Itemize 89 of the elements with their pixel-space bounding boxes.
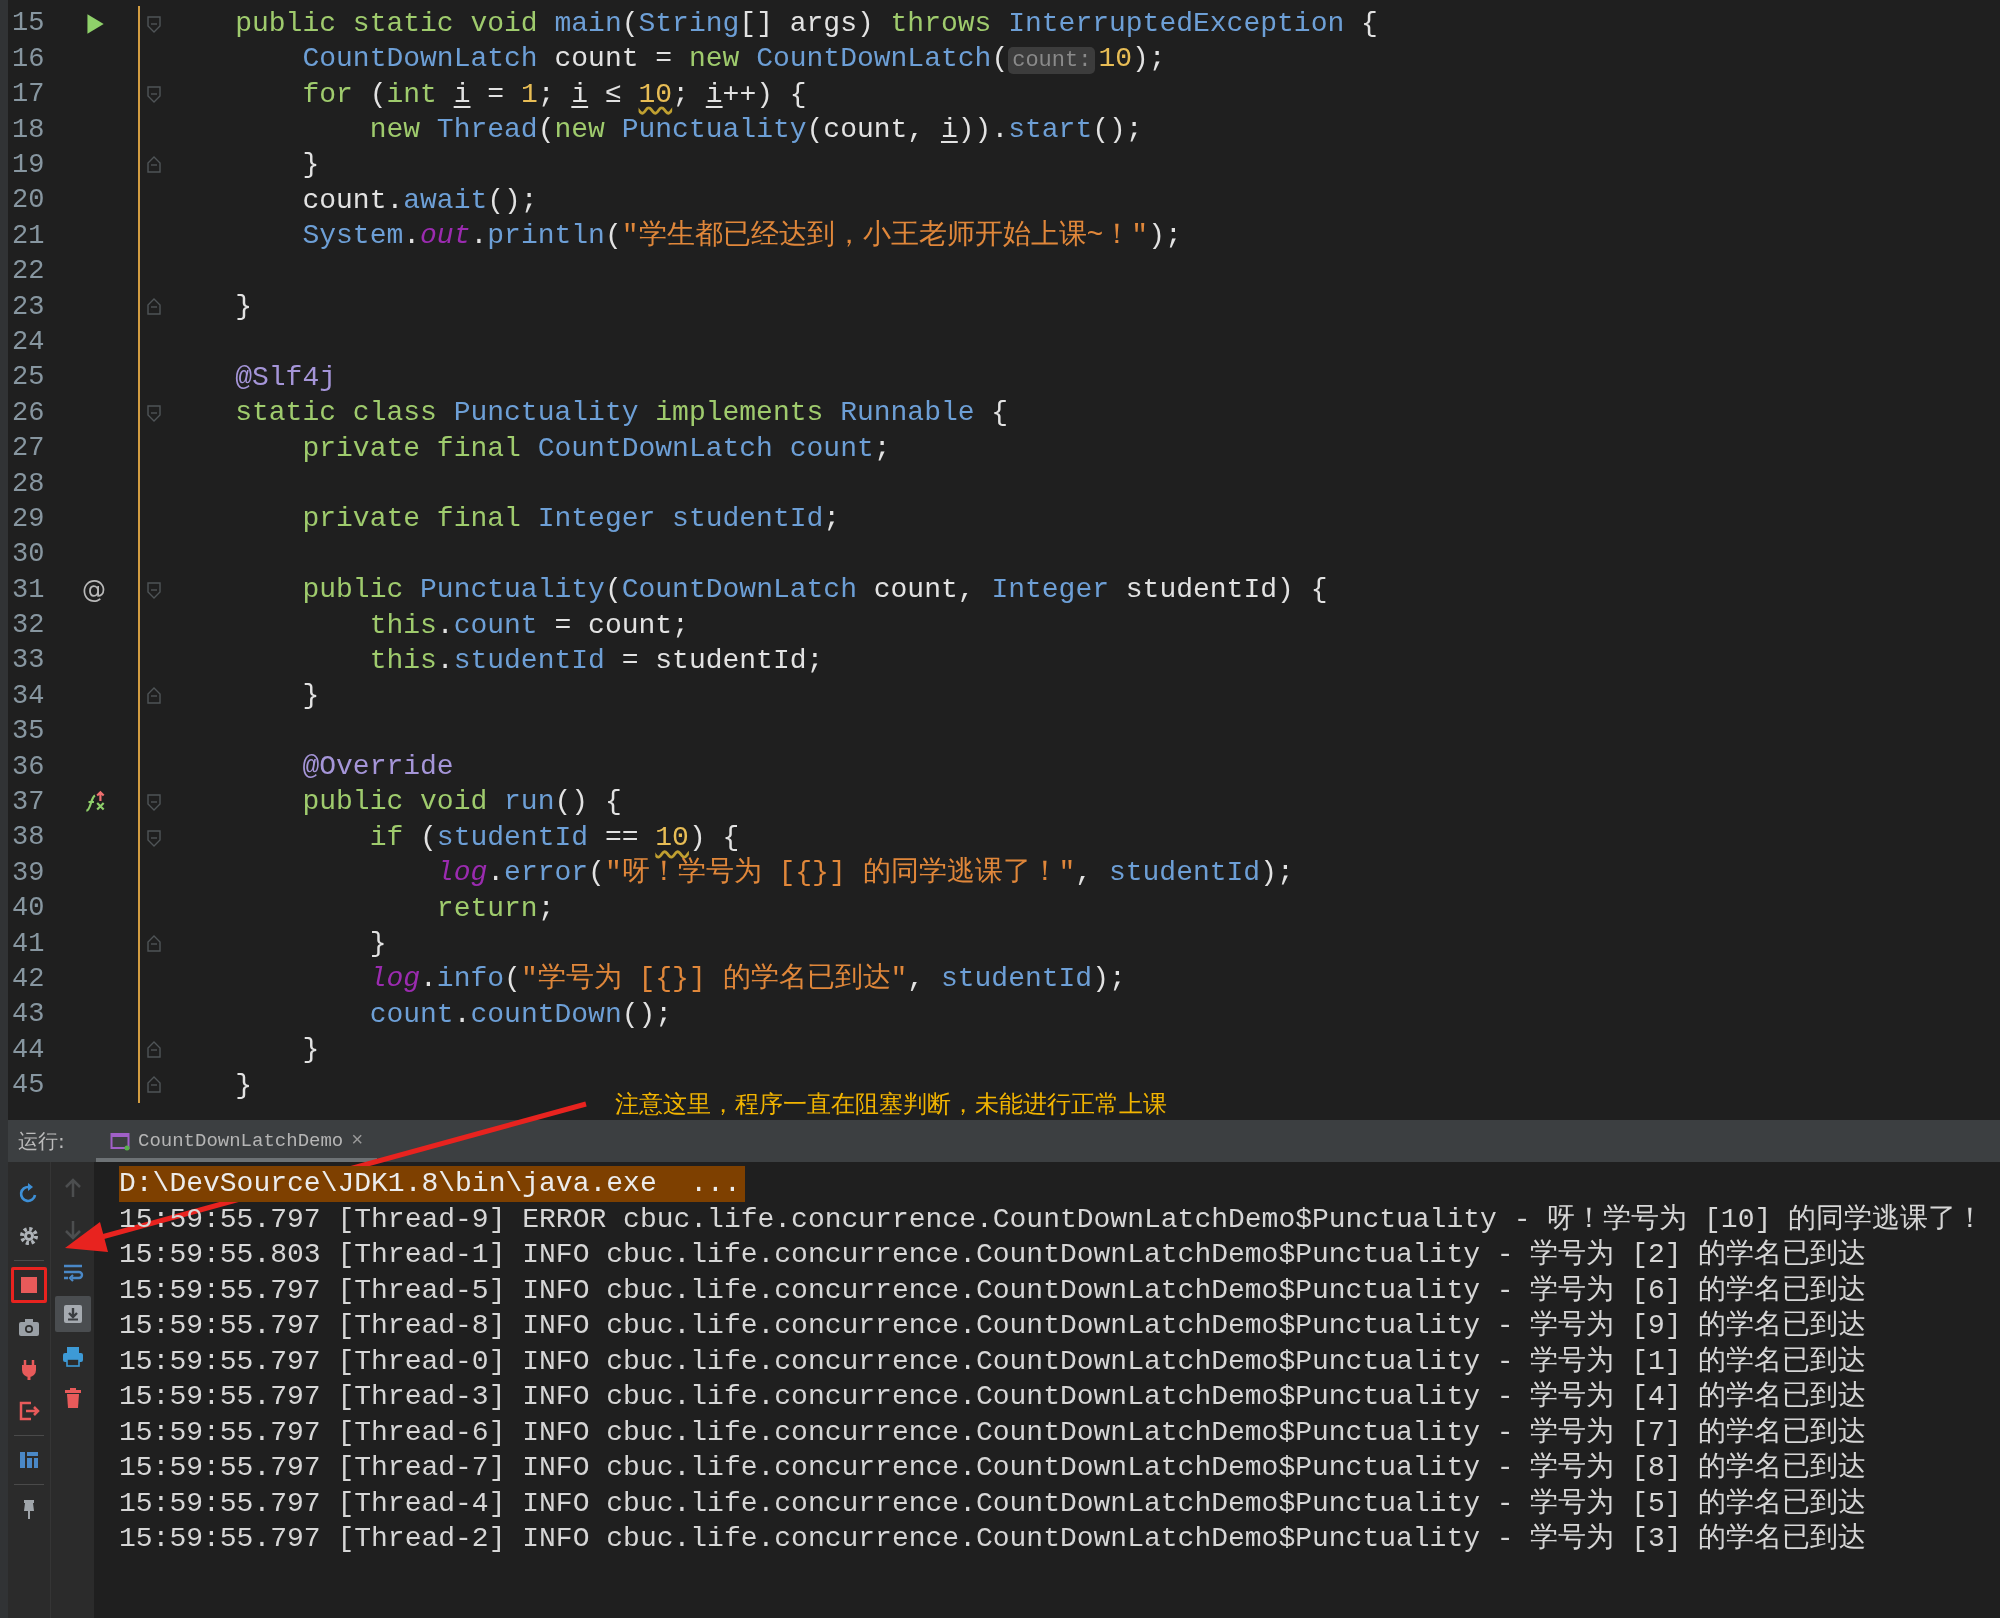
code-line: count.countDown();: [368, 997, 673, 1032]
log-line: 15:59:55.797 [Thread-5] INFO cbuc.life.concurrence.CountDownLatchDemo$Punctuality - 学号为 [6] 的学名已到达: [119, 1274, 1867, 1306]
code-line: count.await();: [301, 183, 538, 218]
code-line: this.count = count;: [368, 608, 689, 643]
code-line: if (studentId == 10) {: [368, 820, 740, 855]
line-number: 22: [11, 255, 46, 289]
run-label: 运行:: [17, 1128, 66, 1155]
code-line: }: [368, 927, 387, 961]
fold-marker-icon[interactable]: [146, 1076, 162, 1095]
stop-button[interactable]: [11, 1267, 47, 1303]
code-line: public Punctuality(CountDownLatch count, Integer studentId) {: [301, 573, 1328, 607]
code-line: CountDownLatch count = new CountDownLatch(count: 10);: [301, 42, 1166, 76]
line-number: 29: [11, 502, 46, 536]
line-number: 18: [11, 113, 46, 147]
line-number: 36: [11, 750, 46, 784]
line-number: 39: [11, 856, 46, 890]
fold-marker-icon[interactable]: [146, 156, 162, 175]
exit-icon: [17, 1399, 41, 1423]
line-number: 25: [11, 361, 46, 395]
line-number: 42: [11, 963, 46, 996]
line-number: 17: [11, 78, 46, 112]
code-line: private final CountDownLatch count;: [301, 431, 891, 466]
code-line: for (int i = 1; i ≤ 10; i++) {: [301, 77, 807, 112]
code-line: private final Integer studentId;: [301, 502, 841, 536]
line-number: 32: [11, 609, 46, 643]
log-line: 15:59:55.797 [Thread-2] INFO cbuc.life.concurrence.CountDownLatchDemo$Punctuality - 学号为 [3] 的学名已到达: [119, 1523, 1867, 1554]
line-number: 20: [11, 184, 46, 218]
fold-marker-icon[interactable]: [146, 793, 162, 812]
line-number: 28: [11, 467, 46, 501]
fold-marker-icon[interactable]: [146, 934, 162, 953]
line-number: 34: [11, 679, 46, 713]
fold-marker-icon[interactable]: [146, 580, 162, 599]
code-line: return;: [435, 891, 555, 926]
fold-marker-icon[interactable]: [146, 828, 162, 847]
line-number: 41: [11, 927, 46, 961]
code-line: }: [301, 148, 320, 183]
line-number: 37: [11, 786, 46, 820]
code-line: public void run() {: [301, 785, 622, 820]
log-line: 15:59:55.797 [Thread-0] INFO cbuc.life.concurrence.CountDownLatchDemo$Punctuality - 学号为 [1] 的学名已到达: [119, 1345, 1867, 1377]
code-line: }: [301, 1033, 320, 1067]
log-line: 15:59:55.797 [Thread-6] INFO cbuc.life.concurrence.CountDownLatchDemo$Punctuality - 学号为 [7] 的学名已到达: [119, 1416, 1867, 1448]
line-number: 16: [11, 42, 46, 76]
log-line: 15:59:55.797 [Thread-3] INFO cbuc.life.concurrence.CountDownLatchDemo$Punctuality - 学号为 [4] 的学名已到达: [119, 1381, 1867, 1412]
line-number: 15: [11, 7, 46, 41]
line-number: 38: [11, 821, 46, 855]
line-number: 35: [11, 715, 46, 749]
line-number: 27: [11, 432, 46, 466]
code-line: @Slf4j: [234, 360, 337, 395]
code-line: }: [234, 290, 252, 324]
gear-icon: [17, 1224, 41, 1248]
fold-marker-icon[interactable]: [146, 404, 162, 422]
line-number: 43: [11, 998, 46, 1032]
line-number: 19: [11, 149, 46, 182]
line-number: 21: [11, 219, 46, 253]
code-line: this.studentId = studentId;: [368, 643, 824, 678]
code-line: log.error("呀！学号为 [{}] 的同学逃课了！", studentId);: [435, 856, 1294, 890]
log-line: 15:59:55.803 [Thread-1] INFO cbuc.life.concurrence.CountDownLatchDemo$Punctuality - 学号为 [2] 的学名已到达: [119, 1239, 1867, 1270]
gutter-marker[interactable]: @: [82, 571, 106, 608]
annotation-text: 注意这里，程序一直在阻塞判断，未能进行正常上课: [615, 1089, 1167, 1120]
line-number: 45: [11, 1069, 46, 1103]
log-line: 15:59:55.797 [Thread-8] INFO cbuc.life.concurrence.CountDownLatchDemo$Punctuality - 学号为 [9] 的学名已到达: [119, 1310, 1867, 1341]
fold-marker-icon[interactable]: [146, 687, 162, 706]
fold-marker-icon[interactable]: [146, 297, 162, 316]
fold-marker-icon[interactable]: [146, 1041, 162, 1059]
code-line: log.info("学号为 [{}] 的学名已到达", studentId);: [368, 962, 1126, 997]
code-line: static class Punctuality implements Runnable {: [234, 396, 1009, 430]
scroll-end-button[interactable]: [54, 1296, 91, 1332]
code-line: public static void main(String[] args) throws InterruptedException {: [234, 6, 1378, 41]
close-icon[interactable]: ×: [351, 1126, 364, 1156]
log-line: 15:59:55.797 [Thread-4] INFO cbuc.life.concurrence.CountDownLatchDemo$Punctuality - 学号为 [5] 的学名已到达: [119, 1487, 1867, 1519]
line-number: 44: [11, 1033, 46, 1067]
printer-icon: [60, 1344, 85, 1368]
line-number: 26: [11, 396, 46, 430]
line-number: 31: [11, 573, 46, 607]
code-line: System.out.println("学生都已经达到，小王老师开始上课~！");: [301, 219, 1182, 253]
code-line: }: [301, 679, 320, 713]
line-number: 30: [11, 538, 46, 572]
line-number: 33: [11, 644, 46, 678]
code-line: }: [234, 1068, 252, 1103]
run-tab[interactable]: CountDownLatchDemo ×: [96, 1120, 378, 1162]
code-line: new Thread(new Punctuality(count, i)).start();: [368, 113, 1143, 147]
window-icon: [110, 1131, 130, 1151]
code-line: @Override: [301, 750, 454, 784]
fold-marker-icon[interactable]: [146, 85, 162, 104]
log-line: 15:59:55.797 [Thread-7] INFO cbuc.life.concurrence.CountDownLatchDemo$Punctuality - 学号为 [8] 的学名已到达: [119, 1452, 1867, 1483]
fold-marker-icon[interactable]: [146, 14, 162, 33]
line-number: 23: [11, 290, 46, 324]
line-number: 24: [11, 325, 46, 359]
line-number: 40: [11, 892, 46, 926]
